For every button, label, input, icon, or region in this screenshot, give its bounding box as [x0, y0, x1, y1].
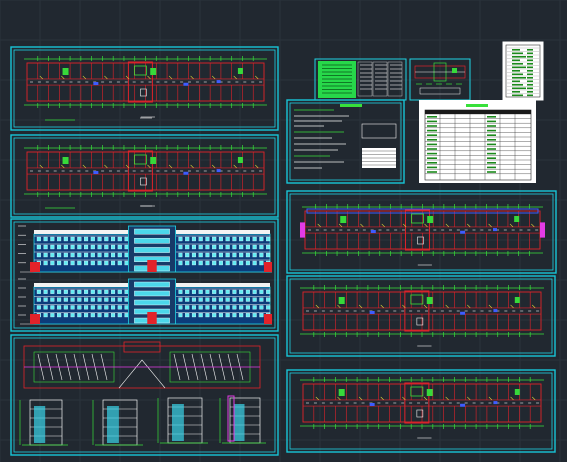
sheet-floor-plan-1[interactable] — [10, 46, 279, 131]
floor-plan-4-drawing — [300, 285, 544, 347]
elevation-upper-drawing — [18, 225, 272, 273]
sheet-floor-plan-3[interactable] — [286, 190, 557, 274]
sheet-drawing-list[interactable] — [502, 41, 544, 101]
floor-plan-2-drawing — [24, 145, 267, 207]
sheet-floor-plan-4[interactable] — [286, 275, 556, 357]
sheet-floor-plan-2[interactable] — [10, 134, 279, 218]
cad-model-space[interactable] — [0, 0, 567, 462]
section-drawings — [19, 395, 266, 446]
floor-plan-5-drawing — [300, 377, 544, 439]
sheet-door-window-schedule[interactable] — [419, 100, 536, 183]
design-notes-text — [294, 104, 397, 169]
floor-plan-3-drawing — [300, 204, 545, 266]
sheet-elevations[interactable] — [10, 218, 279, 332]
elevation-lower-drawing — [18, 278, 272, 325]
sheet-roof-and-sections[interactable] — [10, 334, 279, 456]
sheet-design-notes[interactable] — [286, 99, 405, 184]
floor-plan-1-drawing — [24, 56, 267, 118]
roof-plan-drawing — [23, 341, 261, 389]
